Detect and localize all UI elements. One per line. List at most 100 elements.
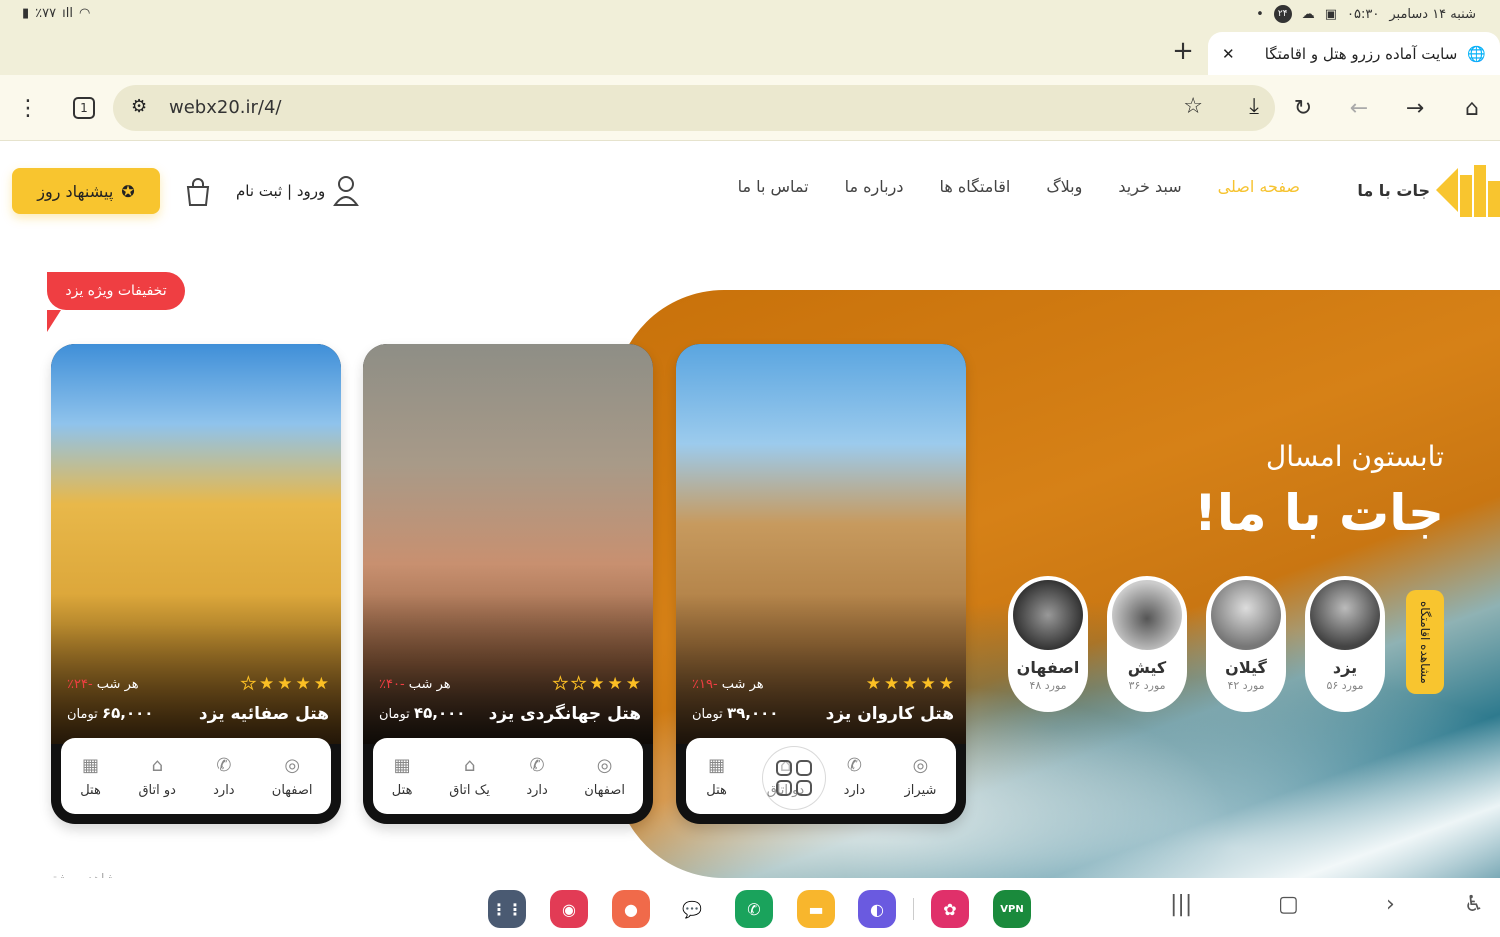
close-tab-icon[interactable]: ✕ — [1222, 45, 1235, 63]
recent-apps-icon[interactable]: ||| — [1170, 892, 1192, 917]
hotel-card-safaieh[interactable]: ★ ★ ★ ★ ★ هتل صفائیه یزد هر شب -۲۴٪ ۶۵,۰… — [51, 344, 341, 824]
nav-blog[interactable]: وبلاگ — [1046, 177, 1082, 196]
city-name: کیش — [1127, 658, 1167, 677]
star-icon: ★ — [902, 674, 918, 694]
city-count: ۳۶ مورد — [1128, 679, 1166, 692]
hero-title: جات با ما! — [1194, 484, 1444, 542]
site-settings-icon[interactable]: ⚙ — [131, 96, 147, 117]
browser-toolbar: ⋮ 1 ⚙ webx20.ir/4/ ☆ ⤓ ↻ ← → ⌂ — [0, 75, 1500, 141]
home-icon[interactable]: ⌂ — [1454, 90, 1490, 126]
bookmark-star-icon[interactable]: ☆ — [1183, 94, 1203, 119]
price-value: ۳۹,۰۰۰ — [726, 704, 779, 722]
price-value: ۶۵,۰۰۰ — [101, 704, 154, 722]
star-icon: ★ — [920, 674, 936, 694]
messages-icon[interactable]: 💬 — [673, 890, 711, 928]
badge-tail — [47, 310, 61, 332]
star-icon: ★ — [313, 674, 329, 694]
price: ۶۵,۰۰۰ تومان — [67, 704, 153, 722]
city-count: ۴۲ مورد — [1227, 679, 1265, 692]
star-icon: ★ — [570, 674, 587, 695]
apps-grid-icon[interactable]: ⋮⋮ — [488, 890, 526, 928]
cart-icon[interactable] — [184, 177, 212, 211]
globe-icon: 🌐 — [1467, 44, 1486, 63]
floating-window-button[interactable] — [762, 746, 826, 810]
city-count: ۵۶ مورد — [1326, 679, 1364, 692]
feature-label: هتل — [80, 782, 101, 798]
login-link[interactable]: ورود | ثبت نام — [236, 175, 360, 207]
special-offers-badge: تخفیفات ویژه یزد — [47, 272, 185, 310]
city-photo — [1112, 580, 1182, 650]
feature-city: ◎ اصفهان — [272, 755, 313, 798]
feature-label: دارد — [843, 782, 866, 798]
feature-label: اصفهان — [271, 782, 313, 798]
back-icon[interactable]: ← — [1341, 90, 1377, 126]
contacts-icon[interactable]: ● — [612, 890, 650, 928]
hotel-name: هتل صفائیه یزد — [198, 704, 329, 724]
city-photo — [1310, 580, 1380, 650]
feature-label: هتل — [706, 782, 727, 798]
phone-app-icon[interactable]: ✆ — [735, 890, 773, 928]
grid-icon — [776, 760, 812, 796]
star-icon: ★ — [625, 674, 641, 694]
star-icon: ★ — [552, 674, 568, 695]
location-icon: ◎ — [912, 754, 929, 776]
user-icon — [333, 176, 360, 206]
feature-label: اصفهان — [584, 782, 625, 798]
browser-app-icon[interactable]: ◐ — [858, 890, 896, 928]
address-bar[interactable]: ⚙ webx20.ir/4/ ☆ ⤓ — [113, 85, 1275, 131]
nav-contact[interactable]: تماس با ما — [738, 177, 809, 196]
download-icon[interactable]: ⤓ — [1249, 94, 1259, 119]
reload-icon[interactable]: ↻ — [1285, 90, 1321, 126]
battery-level: ٪۷۷ — [35, 6, 57, 21]
feature-label: دو اتاق — [138, 782, 176, 798]
city-card-yazd[interactable]: یزد ۵۶ مورد — [1305, 576, 1385, 712]
notification-badge: ۲۴ — [1273, 5, 1292, 23]
discount: -۲۴٪ — [67, 677, 93, 692]
flower-app-icon[interactable]: ✿ — [931, 890, 969, 928]
nav-home[interactable]: صفحه اصلی — [1218, 177, 1300, 196]
currency: تومان — [67, 707, 98, 722]
nav-about[interactable]: درباره ما — [845, 177, 904, 196]
forward-icon[interactable]: → — [1397, 90, 1433, 126]
files-icon[interactable]: ▬ — [797, 890, 835, 928]
url-text[interactable]: webx20.ir/4/ — [169, 97, 281, 118]
daily-offer-button[interactable]: ✪ پیشنهاد روز — [12, 168, 160, 214]
browser-tab[interactable]: 🌐 سایت آماده رزرو هتل و اقامتگا ✕ — [1208, 32, 1500, 75]
price-value: ۴۵,۰۰۰ — [413, 704, 466, 722]
city-card-kish[interactable]: کیش ۳۶ مورد — [1107, 576, 1187, 712]
battery-icon: ▮ — [22, 6, 30, 21]
screen-recorder-icon[interactable]: ◉ — [550, 890, 588, 928]
per-night: هر شب -۲۴٪ — [67, 677, 139, 692]
hotel-card-jahangardi[interactable]: ★ ★ ★ ★ ★ هتل جهانگردی یزد هر شب -۴۰٪ ۴۵… — [363, 344, 653, 824]
logo-icon — [1436, 163, 1500, 217]
menu-icon[interactable]: ⋮ — [10, 90, 46, 126]
star-icon: ★ — [277, 674, 293, 694]
hotel-card-karvan[interactable]: ★ ★ ★ ★ ★ هتل کاروان یزد هر شب -۱۹٪ ۳۹,۰… — [676, 344, 966, 824]
feature-type: ▦ هتل — [706, 755, 728, 798]
city-card-isfahan[interactable]: اصفهان ۴۸ مورد — [1008, 576, 1088, 712]
new-tab-button[interactable]: + — [1170, 36, 1196, 66]
hotel-name: هتل کاروان یزد — [825, 704, 954, 724]
star-icon: ★ — [865, 674, 881, 694]
city-name: یزد — [1332, 658, 1358, 677]
city-card-gilan[interactable]: گیلان ۴۲ مورد — [1206, 576, 1286, 712]
feature-phone: ✆ دارد — [526, 755, 548, 798]
feature-phone: ✆ دارد — [213, 755, 235, 798]
site-logo[interactable]: جات با ما — [1357, 163, 1500, 217]
status-right: شنبه ۱۴ دسامبر ۰۵:۳۰ ▣ ☁ ۲۴ • — [1256, 5, 1476, 23]
hotel-features: ◎ اصفهان ✆ دارد ⌂ یک اتاق ▦ هتل — [373, 738, 643, 814]
hotel-features: ◎ اصفهان ✆ دارد ⌂ دو اتاق ▦ هتل — [61, 738, 331, 814]
star-icon: ★ — [607, 674, 623, 694]
accessibility-icon[interactable]: ♿ — [1464, 892, 1484, 917]
view-stays-button[interactable]: مشاهده اقامتگاه — [1406, 590, 1444, 694]
wifi-icon: ◠ — [78, 6, 91, 21]
vpn-app-icon[interactable]: VPN — [993, 890, 1031, 928]
home-button-icon[interactable]: ▢ — [1278, 892, 1299, 917]
tab-switcher-button[interactable]: 1 — [66, 90, 102, 126]
nav-stays[interactable]: اقامتگاه ها — [939, 177, 1010, 196]
nav-cart[interactable]: سبد خرید — [1118, 177, 1181, 196]
city-name: اصفهان — [1016, 658, 1080, 677]
weather-icon: ☁ — [1301, 6, 1315, 22]
feature-label: دارد — [526, 782, 548, 798]
back-button-icon[interactable]: › — [1386, 892, 1395, 917]
